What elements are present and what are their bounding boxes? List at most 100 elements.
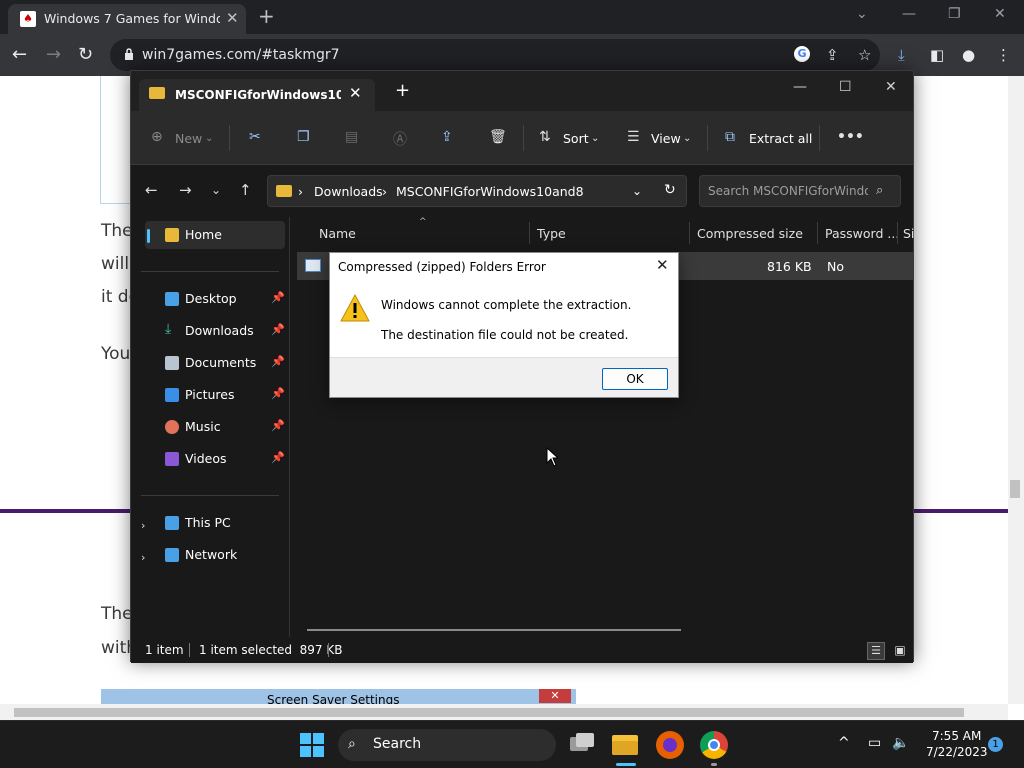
column-compressed-size[interactable]: Compressed size <box>697 226 803 241</box>
close-window-icon[interactable]: ✕ <box>994 6 1006 22</box>
cut-icon[interactable]: ✂ <box>249 129 261 145</box>
google-icon[interactable]: G <box>794 46 810 62</box>
download-icon[interactable]: ⤓ <box>898 46 905 64</box>
pin-icon: 📌 <box>271 323 285 336</box>
view-button[interactable]: View <box>651 131 681 146</box>
breadcrumb-downloads[interactable]: Downloads <box>314 184 383 199</box>
task-view-icon[interactable] <box>568 731 596 759</box>
network-tray-icon[interactable]: ▭ <box>868 735 881 751</box>
minimize-icon[interactable]: — <box>902 6 916 22</box>
delete-icon[interactable]: 🗑 <box>489 129 507 145</box>
rename-icon[interactable]: Ⓐ <box>393 129 407 149</box>
tab-search-chevron-icon[interactable]: ⌄ <box>856 6 868 22</box>
explorer-search-box[interactable]: Search MSCONFIGforWindows10and8 ⌕ <box>699 175 901 207</box>
notification-badge[interactable]: 1 <box>988 737 1003 752</box>
volume-icon[interactable]: 🔈 <box>892 735 909 751</box>
sort-icon: ⇅ <box>539 129 551 145</box>
new-icon[interactable]: ⊕ <box>151 129 163 145</box>
clock-time[interactable]: 7:55 AM <box>932 729 981 743</box>
taskbar-search-label: Search <box>373 736 422 752</box>
nav-item-documents[interactable]: Documents 📌 <box>145 349 285 377</box>
new-tab-icon[interactable]: + <box>258 4 275 28</box>
maximize-icon[interactable]: ☐ <box>839 79 852 95</box>
reload-icon[interactable]: ↻ <box>78 44 93 65</box>
back-icon[interactable]: ← <box>145 181 158 199</box>
file-list-horizontal-scrollbar[interactable] <box>307 629 681 631</box>
windows-start-icon[interactable] <box>300 733 324 757</box>
taskbar-search-box[interactable]: ⌕ Search <box>338 729 556 761</box>
close-tab-icon[interactable]: ✕ <box>226 9 239 27</box>
search-placeholder: Search MSCONFIGforWindows10and8 <box>708 184 868 198</box>
nav-item-label: Network <box>185 547 238 562</box>
close-window-icon[interactable]: ✕ <box>885 79 897 95</box>
taskbar: ⌕ Search ^ ▭ 🔈 7:55 AM 7/22/2023 1 <box>0 720 1024 768</box>
restore-icon[interactable]: ❐ <box>948 6 961 22</box>
copy-icon[interactable]: ❐ <box>297 129 310 145</box>
close-tab-icon[interactable]: ✕ <box>349 84 362 102</box>
browser-tab[interactable]: ♠ Windows 7 Games for Windows ✕ <box>8 4 246 34</box>
file-explorer-taskbar-icon[interactable] <box>612 731 640 766</box>
recent-locations-icon[interactable]: ⌄ <box>211 183 221 197</box>
new-tab-icon[interactable]: + <box>395 80 410 101</box>
breadcrumb-current-folder[interactable]: MSCONFIGforWindows10and8 <box>396 184 584 199</box>
share-icon[interactable]: ⇪ <box>441 129 453 145</box>
page-text-line: will <box>101 254 130 274</box>
up-icon[interactable]: ↑ <box>239 181 252 199</box>
pane-divider[interactable] <box>289 217 290 637</box>
column-separator[interactable] <box>897 222 898 244</box>
side-panel-icon[interactable]: ◧ <box>930 46 944 64</box>
page-vertical-scrollbar[interactable] <box>1008 76 1024 704</box>
clock-date[interactable]: 7/22/2023 <box>926 745 988 759</box>
nav-item-network[interactable]: Network <box>145 541 285 569</box>
column-type[interactable]: Type <box>537 226 566 241</box>
explorer-address-bar[interactable]: › Downloads › MSCONFIGforWindows10and8 ⌄… <box>267 175 687 207</box>
column-separator[interactable] <box>817 222 818 244</box>
explorer-tab[interactable]: MSCONFIGforWindows10and8 ✕ <box>139 79 375 111</box>
ok-button[interactable]: OK <box>602 368 668 390</box>
column-name[interactable]: Name <box>319 226 356 241</box>
page-text-line: The <box>101 604 133 624</box>
address-history-chevron-icon[interactable]: ⌄ <box>632 184 642 198</box>
page-vertical-scroll-thumb[interactable] <box>1010 480 1020 498</box>
chrome-icon[interactable] <box>700 731 728 766</box>
sort-ascending-icon: ^ <box>419 217 427 227</box>
network-icon <box>165 548 179 562</box>
back-icon[interactable]: ← <box>12 44 27 65</box>
nav-item-music[interactable]: Music 📌 <box>145 413 285 441</box>
extract-all-button[interactable]: Extract all <box>749 131 812 146</box>
site-favicon-icon: ♠ <box>20 11 36 27</box>
refresh-icon[interactable]: ↻ <box>664 182 676 198</box>
sort-button[interactable]: Sort <box>563 131 589 146</box>
close-icon[interactable]: ✕ <box>656 256 669 274</box>
nav-item-this-pc[interactable]: This PC <box>145 509 285 537</box>
music-icon <box>165 420 179 434</box>
forward-icon[interactable]: → <box>179 181 192 199</box>
column-password[interactable]: Password ... <box>825 226 899 241</box>
menu-kebab-icon[interactable]: ⋮ <box>996 46 1011 64</box>
more-options-icon[interactable]: ••• <box>837 129 864 145</box>
bookmark-star-icon[interactable]: ☆ <box>858 46 871 64</box>
embedded-screenshot-title: Screen Saver Settings <box>267 693 400 704</box>
address-bar[interactable]: win7games.com/#taskmgr7 <box>110 39 880 71</box>
minimize-icon[interactable]: — <box>793 79 807 95</box>
nav-item-pictures[interactable]: Pictures 📌 <box>145 381 285 409</box>
paste-icon[interactable]: ▤ <box>345 129 358 145</box>
profile-icon[interactable]: ● <box>962 46 975 64</box>
column-size[interactable]: Si <box>903 226 914 241</box>
firefox-icon[interactable] <box>656 731 684 759</box>
column-separator[interactable] <box>529 222 530 244</box>
nav-item-videos[interactable]: Videos 📌 <box>145 445 285 473</box>
nav-item-desktop[interactable]: Desktop 📌 <box>145 285 285 313</box>
show-hidden-icons-chevron-icon[interactable]: ^ <box>838 735 850 751</box>
pin-icon: 📌 <box>271 451 285 464</box>
nav-item-downloads[interactable]: ⤓ Downloads 📌 <box>145 317 285 345</box>
column-separator[interactable] <box>689 222 690 244</box>
new-button[interactable]: New <box>175 131 202 146</box>
tiles-view-icon[interactable]: ▣ <box>891 642 909 660</box>
details-view-icon[interactable]: ☰ <box>867 642 885 660</box>
nav-item-home[interactable]: Home <box>145 221 285 249</box>
extract-all-icon: ⧉ <box>725 129 735 145</box>
page-horizontal-scroll-thumb[interactable] <box>14 708 964 717</box>
forward-icon[interactable]: → <box>46 44 61 65</box>
share-icon[interactable]: ⇪ <box>826 46 839 64</box>
